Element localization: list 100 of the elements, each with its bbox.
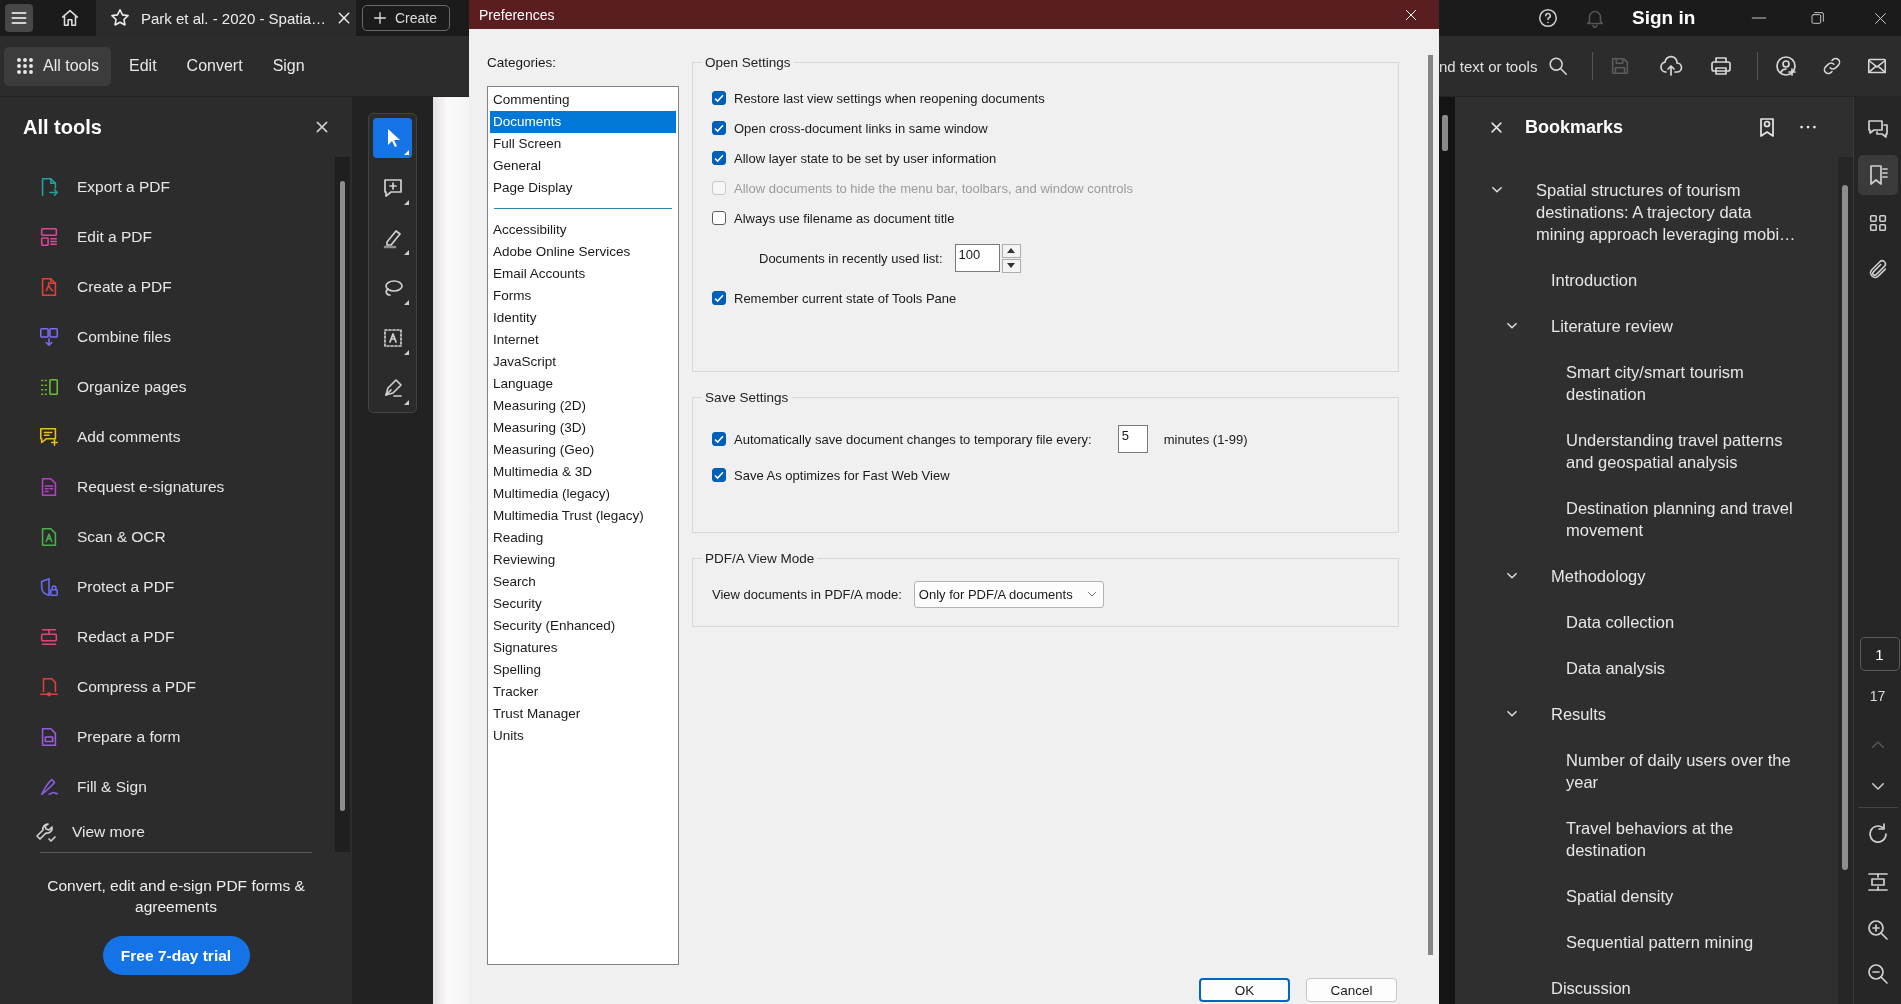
tool-item[interactable]: Add comments <box>0 412 335 462</box>
category-item[interactable]: Multimedia Trust (legacy) <box>490 505 676 527</box>
tool-item[interactable]: Organize pages <box>0 362 335 412</box>
checkbox[interactable] <box>712 432 726 446</box>
category-item[interactable]: Security <box>490 593 676 615</box>
category-item[interactable]: Signatures <box>490 637 676 659</box>
category-item[interactable]: Tracker <box>490 681 676 703</box>
checkbox[interactable] <box>712 291 726 305</box>
category-item[interactable]: Accessibility <box>490 219 676 241</box>
tool-item[interactable]: Combine files <box>0 312 335 362</box>
create-button[interactable]: Create <box>362 5 451 31</box>
bookmark-item[interactable]: Spatial structures of tourism destinations: A trajectory data mining approach leveraging mobi… <box>1536 167 1798 257</box>
tool-item[interactable]: Compress a PDF <box>0 662 335 712</box>
category-item[interactable]: Trust Manager <box>490 703 676 725</box>
category-item[interactable]: General <box>490 155 676 177</box>
number-field[interactable]: 5 <box>1117 425 1148 453</box>
category-item[interactable]: Language <box>490 373 676 395</box>
trial-button[interactable]: Free 7-day trial <box>102 936 250 975</box>
spin-down-button[interactable] <box>1001 258 1021 273</box>
bookmark-item[interactable]: Introduction <box>1551 257 1798 303</box>
number-field[interactable]: 100 <box>954 244 1000 272</box>
page-number-field[interactable]: 1 <box>1859 637 1900 671</box>
scrollbar[interactable] <box>1439 97 1455 1004</box>
zoom-in-icon[interactable] <box>1865 918 1890 942</box>
tool-item[interactable]: Create a PDF <box>0 262 335 312</box>
bookmark-item[interactable]: Discussion <box>1551 965 1798 1004</box>
bookmark-item[interactable]: Literature review <box>1551 303 1798 349</box>
category-item[interactable]: Multimedia & 3D <box>490 461 676 483</box>
bookmark-item[interactable]: Sequential pattern mining <box>1566 919 1798 965</box>
checkbox[interactable] <box>712 468 726 482</box>
bookmark-item[interactable]: Destination planning and travel movement <box>1566 485 1798 553</box>
category-item[interactable]: JavaScript <box>490 351 676 373</box>
toolbar-tab[interactable]: Sign <box>260 46 317 86</box>
bookmark-item[interactable]: Understanding travel patterns and geospatial analysis <box>1566 417 1798 485</box>
scrollbar[interactable] <box>335 157 350 852</box>
toolbar-tab[interactable]: Convert <box>174 46 255 86</box>
dropdown[interactable]: Only for PDF/A documents <box>913 580 1104 608</box>
bookmark-item[interactable]: Data analysis <box>1566 645 1798 691</box>
menu-button[interactable] <box>5 4 33 32</box>
category-item[interactable]: Adobe Online Services <box>490 241 676 263</box>
category-item[interactable]: Units <box>490 725 676 747</box>
help-icon[interactable] <box>1537 7 1559 29</box>
category-item[interactable]: Full Screen <box>490 133 676 155</box>
tool-item[interactable]: Prepare a form <box>0 712 335 762</box>
category-item[interactable]: Page Display <box>490 177 676 199</box>
bookmark-item[interactable]: Number of daily users over the year <box>1566 737 1798 805</box>
home-icon[interactable] <box>59 7 81 29</box>
search-field[interactable]: nd text or tools <box>1439 57 1538 75</box>
category-item[interactable]: Documents <box>490 111 676 133</box>
ok-button[interactable]: OK <box>1199 978 1290 1002</box>
category-item[interactable]: Measuring (Geo) <box>490 439 676 461</box>
tool-item[interactable]: Fill & Sign <box>0 762 335 812</box>
tool-item[interactable]: Scan & OCR <box>0 512 335 562</box>
checkbox[interactable] <box>712 211 726 225</box>
category-item[interactable]: Security (Enhanced) <box>490 615 676 637</box>
bookmark-item[interactable]: Results <box>1551 691 1798 737</box>
scrollbar-thumb[interactable] <box>1428 55 1433 955</box>
category-item[interactable]: Internet <box>490 329 676 351</box>
category-item[interactable]: Measuring (3D) <box>490 417 676 439</box>
checkbox[interactable] <box>712 91 726 105</box>
toolbar-tab[interactable]: All tools <box>4 46 112 86</box>
category-item[interactable]: Spelling <box>490 659 676 681</box>
category-item[interactable]: Measuring (2D) <box>490 395 676 417</box>
restore-icon[interactable] <box>1810 10 1827 26</box>
checkbox[interactable] <box>712 121 726 135</box>
bookmark-item[interactable]: Smart city/smart tourism destination <box>1566 349 1798 417</box>
category-item[interactable]: Reading <box>490 527 676 549</box>
category-item[interactable]: Reviewing <box>490 549 676 571</box>
bookmark-item[interactable]: Spatial density <box>1566 873 1798 919</box>
spin-up-button[interactable] <box>1001 243 1021 258</box>
toolbar-tab[interactable]: Edit <box>117 46 169 86</box>
tool-item[interactable]: Request e-signatures <box>0 462 335 512</box>
bookmark-item[interactable]: Data collection <box>1566 599 1798 645</box>
tool-item[interactable]: Protect a PDF <box>0 562 335 612</box>
document-tab[interactable]: Park et al. - 2020 - Spatia… <box>96 0 356 36</box>
zoom-out-icon[interactable] <box>1865 962 1890 986</box>
print-icon[interactable] <box>1709 54 1734 78</box>
scrollbar[interactable] <box>1838 157 1853 1004</box>
category-item[interactable]: Search <box>490 571 676 593</box>
tool-item[interactable]: Edit a PDF <box>0 212 335 262</box>
star-icon[interactable] <box>109 7 131 29</box>
category-item[interactable]: Commenting <box>490 89 676 111</box>
category-item[interactable]: Email Accounts <box>490 263 676 285</box>
tool-item[interactable]: Redact a PDF <box>0 612 335 662</box>
tool-item[interactable]: Export a PDF <box>0 162 335 212</box>
search-icon[interactable] <box>1547 55 1570 77</box>
pointer-tool-button[interactable] <box>373 118 412 158</box>
bookmark-item[interactable]: Travel behaviors at the destination <box>1566 805 1798 873</box>
category-item[interactable]: Identity <box>490 307 676 329</box>
category-item[interactable]: Forms <box>490 285 676 307</box>
user-add-icon[interactable] <box>1774 54 1799 78</box>
cancel-button[interactable]: Cancel <box>1306 978 1397 1002</box>
close-icon[interactable] <box>314 119 330 135</box>
cloud-upload-icon[interactable] <box>1659 54 1684 78</box>
category-item[interactable]: Multimedia (legacy) <box>490 483 676 505</box>
bookmark-item[interactable]: Methodology <box>1551 553 1798 599</box>
view-more-link[interactable]: View more <box>0 812 335 852</box>
checkbox[interactable] <box>712 151 726 165</box>
sign-in-link[interactable]: Sign in <box>1632 7 1696 29</box>
fit-page-icon[interactable] <box>1865 870 1890 894</box>
